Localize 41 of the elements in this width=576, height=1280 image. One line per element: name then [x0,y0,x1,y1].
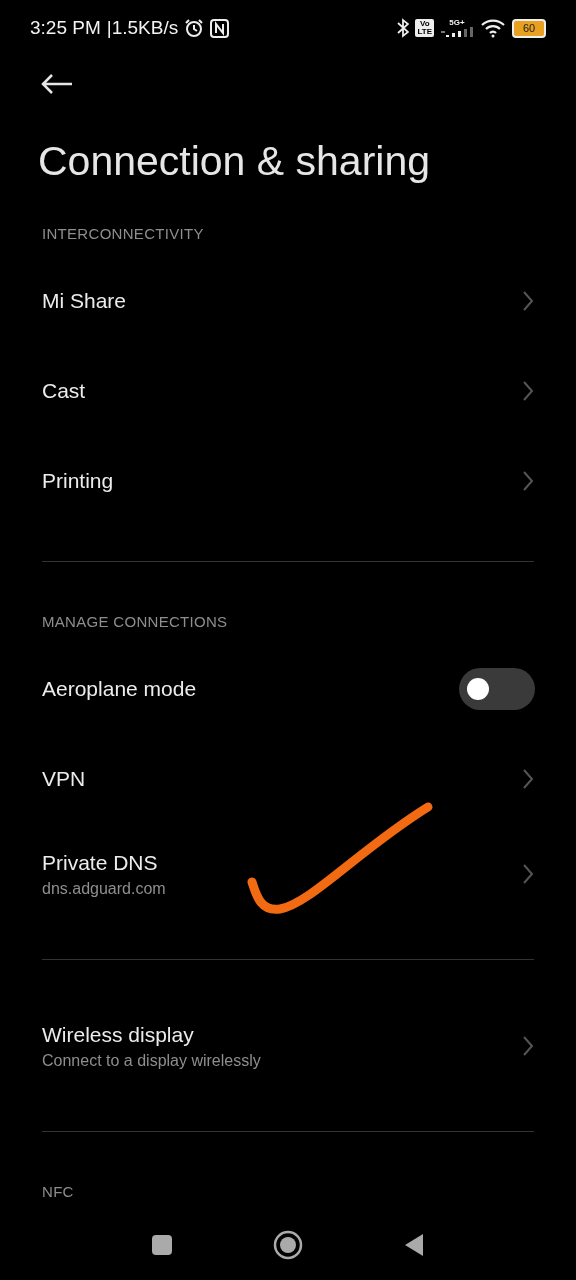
home-button[interactable] [273,1230,303,1260]
row-label: Mi Share [42,289,128,313]
battery-icon: 60 [512,18,546,38]
network-type-text: 5G+ [449,19,465,27]
toggle-switch[interactable] [459,668,535,710]
row-label: Private DNS [42,850,159,875]
section-header: MANAGE CONNECTIONS [41,611,229,632]
section-header: NFC [41,1181,75,1202]
signal-icon [440,27,474,37]
row-label: Aeroplane mode [42,677,198,701]
back-button[interactable] [40,73,74,95]
chevron-icon [522,1035,534,1057]
chevron-icon [522,768,534,790]
nfc-icon [210,18,230,38]
wifi-icon [480,18,506,38]
chevron-icon [522,290,534,312]
volte-badge: Vo LTE [415,19,434,37]
back-nav-button[interactable] [403,1233,425,1257]
settings-row[interactable]: Aeroplane mode [0,644,576,734]
row-label: Cast [42,379,87,403]
settings-row[interactable]: Wireless display Connect to a display wirelessly [0,996,576,1096]
settings-row[interactable]: VPN [0,734,576,824]
chevron-icon [522,470,534,492]
settings-row[interactable]: Cast [0,346,576,436]
settings-row[interactable]: Mi Share [0,256,576,346]
row-label: VPN [42,767,87,791]
recents-button[interactable] [151,1234,173,1256]
alarm-icon [184,18,205,38]
network-speed-text: |1.5KB/s [106,17,179,39]
row-summary: dns.adguard.com [42,879,167,898]
settings-row[interactable]: Private DNS dns.adguard.com [0,824,576,924]
row-summary: Connect to a display wirelessly [42,1051,262,1070]
row-label: Printing [42,469,115,493]
chevron-icon [522,380,534,402]
clock-text: 3:25 PM [30,17,101,39]
settings-row[interactable]: Printing [0,436,576,526]
chevron-icon [522,863,534,885]
row-label: Wireless display [42,1022,195,1047]
section-header: INTERCONNECTIVITY [41,223,205,244]
bluetooth-icon [397,18,410,38]
page-title: Connection & sharing [37,136,432,186]
